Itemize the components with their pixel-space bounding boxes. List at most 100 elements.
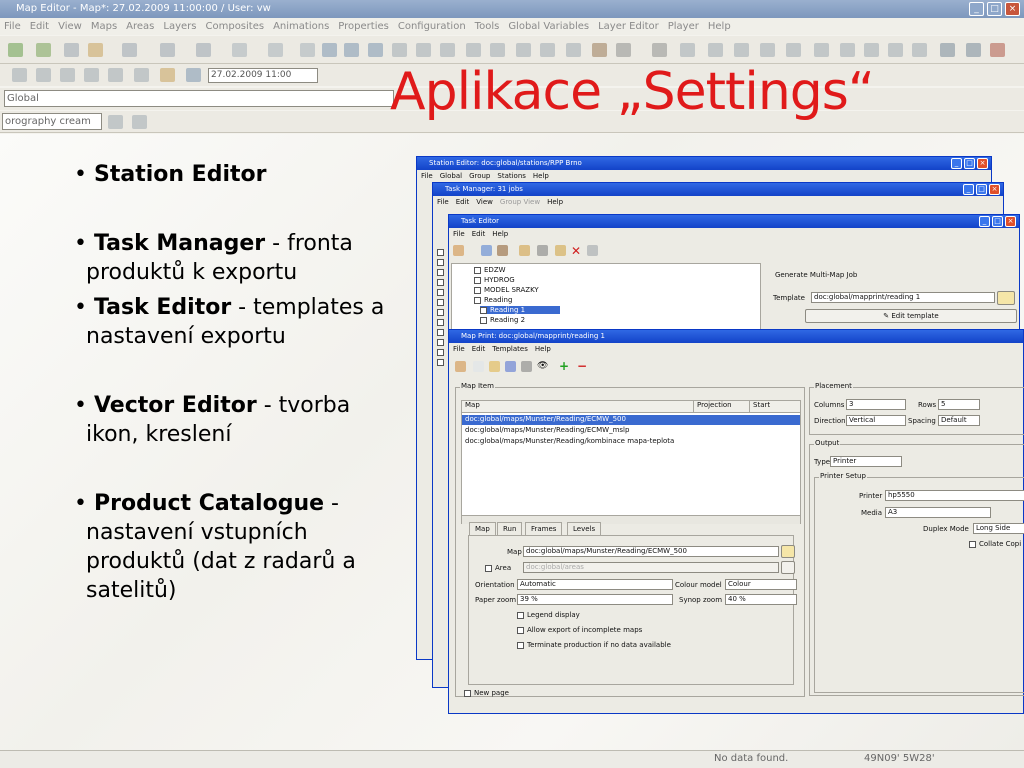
menu-configuration[interactable]: Configuration [398,18,466,35]
close-button[interactable]: × [977,158,988,169]
wrench2-icon[interactable] [966,43,981,57]
spacing-select[interactable]: Default [938,415,980,426]
menu-file[interactable]: File [453,230,465,241]
menu-file[interactable]: File [4,18,21,35]
layer-select[interactable]: orography cream [2,113,102,130]
delete-icon[interactable]: ✕ [571,244,581,258]
menu-file[interactable]: File [421,172,433,183]
bucket-icon[interactable] [912,43,927,57]
allow-export-checkbox[interactable]: Allow export of incomplete maps [517,626,642,634]
tree-item[interactable]: Reading [474,296,512,304]
duplex-select[interactable]: Long Side [973,523,1024,534]
search2-icon[interactable] [840,43,855,57]
legend-display-checkbox[interactable]: Legend display [517,611,580,619]
menu-file[interactable]: File [453,345,465,356]
draw-icon[interactable] [864,43,879,57]
menu-help[interactable]: Help [535,345,551,356]
new-page-checkbox[interactable]: New page [464,689,509,697]
wrench-icon[interactable] [940,43,955,57]
minimize-button[interactable]: _ [963,184,974,195]
job-checkbox[interactable] [437,339,444,346]
column-header-projection[interactable]: Projection [694,401,750,413]
table-row[interactable]: doc:global/maps/Munster/Reading/ECMW_msl… [462,426,629,434]
menu-animations[interactable]: Animations [273,18,329,35]
minimize-button[interactable]: _ [979,216,990,227]
job-checkbox[interactable] [437,319,444,326]
tab-levels[interactable]: Levels [567,522,602,535]
menu-view[interactable]: View [58,18,82,35]
pin-icon[interactable] [12,68,27,82]
colour-model-select[interactable]: Colour [725,579,797,590]
template-field[interactable]: doc:global/mapprint/reading 1 [811,292,995,303]
tab-run[interactable]: Run [497,522,523,535]
save-icon[interactable] [505,361,516,372]
exit-icon[interactable] [990,43,1005,57]
close-button[interactable]: × [989,184,1000,195]
maximize-button[interactable]: □ [992,216,1003,227]
folder-icon[interactable] [88,43,103,57]
rows-spinner[interactable]: 5 [938,399,980,410]
tree-item[interactable]: EDZW [474,266,506,274]
close-button[interactable]: × [1005,216,1016,227]
pause-icon[interactable] [84,68,99,82]
menu-edit[interactable]: Edit [456,198,470,209]
graph4-icon[interactable] [440,43,455,57]
doc-icon[interactable] [566,43,581,57]
copy-icon[interactable] [587,245,598,256]
map-field[interactable]: doc:global/maps/Munster/Reading/ECMW_500 [523,546,779,557]
table-row-selected[interactable]: doc:global/maps/Munster/Reading/ECMW_500 [462,415,800,425]
layer-image-icon[interactable] [108,115,123,129]
menu-help[interactable]: Help [708,18,731,35]
edit-icon[interactable] [466,43,481,57]
print-icon[interactable] [490,43,505,57]
menu-maps[interactable]: Maps [91,18,117,35]
job-checkbox[interactable] [437,299,444,306]
print-icon[interactable] [521,361,532,372]
menu-tools[interactable]: Tools [475,18,500,35]
step-back-icon[interactable] [60,68,75,82]
info-icon[interactable] [64,43,79,57]
settings-icon[interactable] [537,245,548,256]
menu-edit[interactable]: Edit [30,18,49,35]
move-icon[interactable] [760,43,775,57]
datetime-field[interactable]: 27.02.2009 11:00 [208,68,318,83]
menu-areas[interactable]: Areas [126,18,154,35]
minimize-button[interactable]: _ [969,2,984,16]
job-checkbox[interactable] [437,309,444,316]
chart2-icon[interactable] [160,43,175,57]
job-checkbox[interactable] [437,289,444,296]
menu-view[interactable]: View [476,198,493,209]
menu-composites[interactable]: Composites [206,18,265,35]
browse-area-button[interactable] [781,561,795,574]
orientation-select[interactable]: Automatic [517,579,673,590]
collate-checkbox[interactable]: Collate Copi [969,540,1021,548]
menu-properties[interactable]: Properties [338,18,389,35]
global-field[interactable]: Global [4,90,394,107]
chart5-icon[interactable] [540,43,555,57]
pins2-icon[interactable] [734,43,749,57]
calendar-icon[interactable] [160,68,175,82]
table-icon[interactable] [322,43,337,57]
job-checkbox[interactable] [437,279,444,286]
table2-icon[interactable] [344,43,359,57]
play-icon[interactable] [134,68,149,82]
new-icon[interactable] [453,245,464,256]
paper-zoom-field[interactable]: 39 % [517,594,673,605]
layer-tree-icon[interactable] [36,43,51,57]
zoom-icon[interactable] [516,43,531,57]
wind-icon[interactable] [786,43,801,57]
column-header-start[interactable]: Start [750,401,800,413]
tree-item[interactable]: MODEL SRAZKY [474,286,539,294]
job-checkbox[interactable] [437,329,444,336]
columns-spinner[interactable]: 3 [846,399,906,410]
open-icon[interactable] [489,361,500,372]
search-icon[interactable] [814,43,829,57]
menu-file[interactable]: File [437,198,449,209]
edit-icon[interactable] [555,245,566,256]
clock-icon[interactable] [186,68,201,82]
chart-icon[interactable] [122,43,137,57]
menu-help[interactable]: Help [547,198,563,209]
job-checkbox[interactable] [437,349,444,356]
type-select[interactable]: Printer [830,456,902,467]
grid-view-icon[interactable] [132,115,147,129]
